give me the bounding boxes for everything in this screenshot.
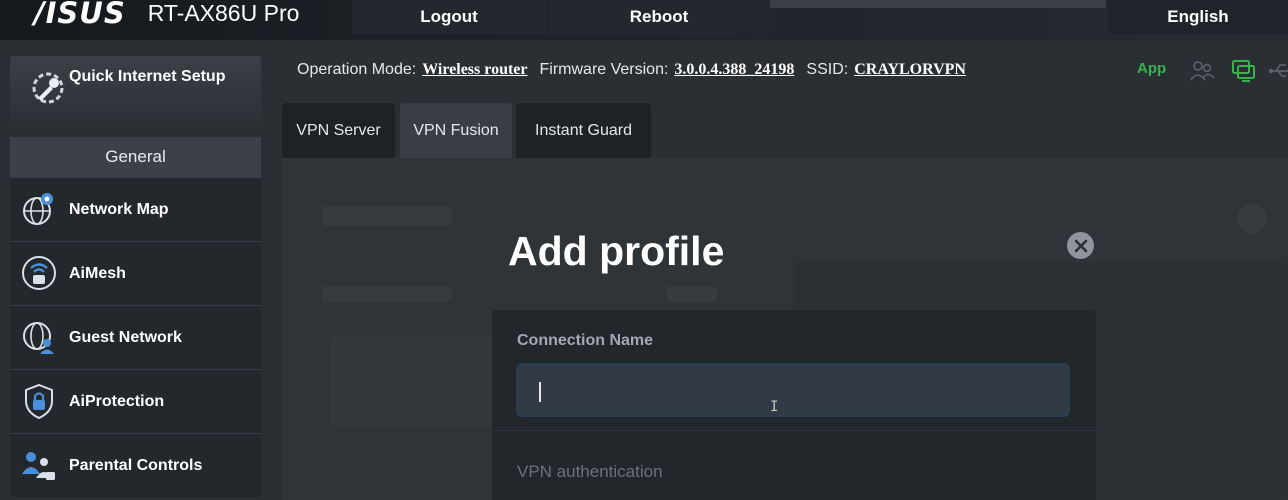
sidebar-item-network-map[interactable]: Network Map: [10, 177, 261, 241]
tab-vpn-server[interactable]: VPN Server: [282, 103, 395, 158]
language-select[interactable]: English: [1108, 0, 1288, 34]
quick-setup-icon: [28, 68, 68, 108]
guest-network-icon: [20, 318, 58, 356]
dimmed-panel-title: [322, 206, 452, 226]
sidebar-item-label: AiMesh: [69, 264, 126, 282]
dimmed-toggle: [667, 286, 717, 302]
shield-lock-icon: [20, 382, 58, 420]
app-link[interactable]: App: [1137, 60, 1166, 77]
header-divider: [770, 0, 1106, 8]
sidebar-nav: Network Map AiMesh Guest Network AiProte…: [10, 177, 261, 497]
modal-title: Add profile: [508, 228, 725, 274]
sidebar-item-label: Parental Controls: [69, 456, 203, 474]
network-map-icon: [20, 190, 58, 228]
operation-mode-label: Operation Mode:: [297, 61, 417, 78]
connection-name-input[interactable]: [516, 363, 1070, 417]
sidebar-item-aimesh[interactable]: AiMesh: [10, 241, 261, 305]
reboot-button[interactable]: Reboot: [548, 0, 770, 34]
quick-setup-label: Quick Internet Setup: [69, 68, 226, 85]
dimmed-label: [322, 286, 452, 302]
sidebar-item-aiprotection[interactable]: AiProtection: [10, 369, 261, 433]
sidebar-item-label: AiProtection: [69, 392, 165, 410]
asus-logo: /ISUS: [34, 0, 126, 30]
quick-internet-setup-button[interactable]: Quick Internet Setup: [10, 56, 261, 122]
brand: /ISUS RT-AX86U Pro: [34, 0, 299, 30]
connection-name-label: Connection Name: [517, 332, 654, 349]
sidebar-item-label: Network Map: [69, 200, 169, 218]
mouse-ibeam-cursor-icon: I: [770, 399, 779, 415]
firmware-version-link[interactable]: 3.0.0.4.388_24198: [674, 61, 794, 79]
dimmed-help-icon: [1237, 204, 1267, 234]
logout-button[interactable]: Logout: [352, 0, 546, 34]
parental-controls-icon: [20, 446, 58, 484]
form-divider: [492, 430, 1096, 431]
sidebar-item-label: Guest Network: [69, 328, 182, 346]
usb-icon[interactable]: [1268, 58, 1288, 84]
vpn-authentication-label: VPN authentication: [517, 462, 663, 481]
close-icon: [1074, 239, 1087, 252]
router-model: RT-AX86U Pro: [147, 0, 300, 26]
sidebar-item-parental-controls[interactable]: Parental Controls: [10, 433, 261, 497]
tab-vpn-fusion[interactable]: VPN Fusion: [400, 103, 512, 158]
monitor-icon[interactable]: [1230, 58, 1256, 84]
close-button[interactable]: [1067, 232, 1094, 259]
ssid-link[interactable]: CRAYLORVPN: [854, 61, 966, 79]
sidebar-section-general: General: [10, 137, 261, 177]
top-bar: /ISUS RT-AX86U Pro Logout Reboot English: [0, 0, 1288, 40]
text-caret: [539, 382, 541, 402]
ssid-label: SSID:: [806, 61, 849, 78]
sidebar-item-guest-network[interactable]: Guest Network: [10, 305, 261, 369]
tab-instant-guard[interactable]: Instant Guard: [516, 103, 651, 158]
aimesh-icon: [20, 254, 58, 292]
users-icon[interactable]: [1189, 58, 1215, 84]
add-profile-form: Connection Name I VPN authentication: [492, 310, 1096, 500]
firmware-label: Firmware Version:: [539, 61, 669, 78]
status-info-bar: Operation Mode: Wireless router Firmware…: [297, 58, 978, 82]
operation-mode-link[interactable]: Wireless router: [422, 61, 527, 79]
